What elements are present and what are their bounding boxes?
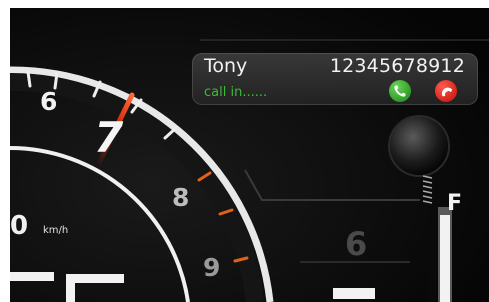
caller-number: 12345678912 [329,55,465,77]
tach-label-8: 8 [172,183,189,212]
phone-accept-icon [394,85,406,97]
incoming-call-card: Tony 12345678912 call in...... [192,53,478,105]
fuel-gauge-gap [428,210,436,302]
tach-label-9: 9 [203,253,220,282]
fuel-gauge-knob [388,115,450,177]
accept-call-button[interactable] [389,80,411,102]
phone-reject-icon [441,87,453,97]
caller-name: Tony [204,55,248,77]
top-white-margin [0,0,489,8]
speed-unit: km/h [43,225,68,236]
call-status-text: call in...... [204,85,268,100]
tach-label-7: 7 [94,113,124,162]
cluster-graphics: 6 7 8 9 0 km/h 6 F [0,0,489,302]
gear-previous: 6 [345,225,367,263]
instrument-cluster: 6 7 8 9 0 km/h 6 F Tony 12345678912 call… [0,0,489,302]
tach-label-6: 6 [40,87,57,116]
speed-big-digit-bar-3 [66,274,75,302]
left-white-margin [0,0,10,302]
reject-call-button[interactable] [435,80,457,102]
fuel-full-label: F [447,191,462,216]
speed-big-digit-bar-1 [10,272,54,281]
gear-current-digit-bar [333,288,375,299]
fuel-gauge-bar-fill [440,215,450,302]
speed-value: 0 [10,211,28,241]
